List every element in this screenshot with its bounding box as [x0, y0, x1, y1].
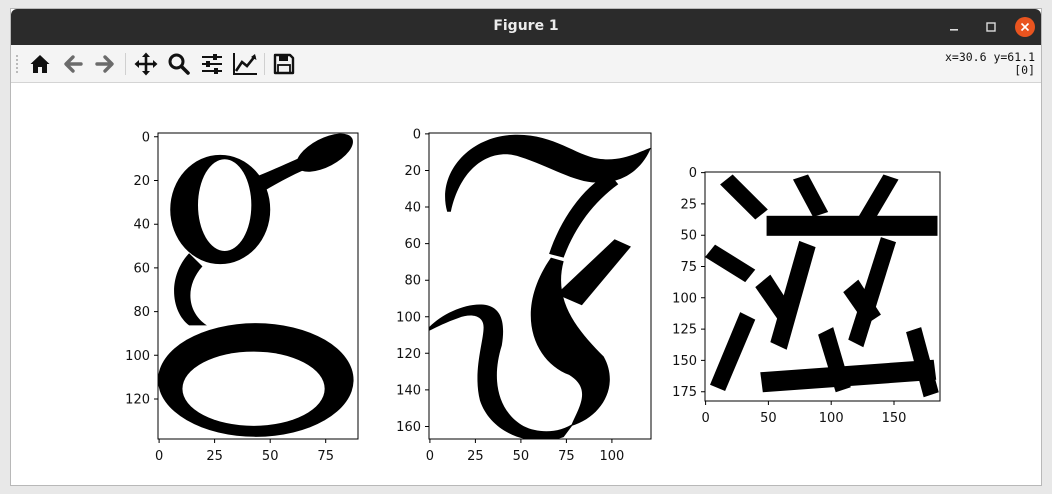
home-button[interactable]: [27, 51, 53, 77]
axes-panel-1[interactable]: 0 20 40 60 80 100 120 0 25 50 75: [125, 126, 359, 464]
home-icon: [30, 55, 50, 73]
xtick-labels-2: 0 25 50 75 100: [426, 449, 625, 464]
ytick-label: 50: [680, 229, 697, 244]
ytick-label: 20: [404, 164, 421, 179]
axes-panel-3[interactable]: 0 25 50 75 100 125 150 175 0 50 100 150: [672, 166, 941, 426]
minimize-icon: [950, 29, 958, 31]
xticks-3: [705, 401, 895, 405]
xtick-label: 0: [155, 449, 163, 464]
pan-move-icon: [134, 52, 158, 76]
xtick-labels-3: 0 50 100 150: [701, 411, 906, 426]
figure-svg: 0 20 40 60 80 100 120 0 25 50 75 0 20 40…: [125, 126, 941, 464]
ytick-label: 25: [680, 197, 697, 212]
ytick-label: 100: [125, 349, 150, 364]
minimize-button[interactable]: [944, 17, 964, 37]
subplots-sliders-icon: [202, 54, 222, 74]
ytick-label: 100: [672, 291, 697, 306]
back-arrow-icon: [64, 55, 83, 73]
ytick-label: 120: [125, 393, 150, 408]
xtick-label: 75: [317, 449, 334, 464]
zoom-magnifier-icon: [168, 53, 190, 75]
yticks-2: [425, 133, 429, 427]
ytick-label: 125: [672, 323, 697, 338]
edit-axes-button[interactable]: [232, 51, 258, 77]
coords-value: [0]: [1014, 63, 1035, 77]
xticks-1: [158, 439, 327, 443]
save-button[interactable]: [271, 51, 297, 77]
ytick-label: 60: [133, 261, 150, 276]
axes-line-chart-icon: [233, 53, 257, 75]
yticks-3: [701, 172, 705, 393]
xtick-label: 25: [467, 449, 484, 464]
cursor-coordinates: x=30.6 y=61.1 [0]: [945, 51, 1035, 77]
ytick-label: 100: [396, 310, 421, 325]
title-bar[interactable]: Figure 1: [11, 9, 1041, 45]
ytick-labels-1: 0 20 40 60 80 100 120: [125, 130, 150, 407]
xtick-label: 25: [206, 449, 223, 464]
subplots-button[interactable]: [199, 51, 225, 77]
ytick-label: 0: [689, 166, 697, 181]
ytick-label: 80: [133, 305, 150, 320]
xtick-label: 0: [426, 449, 434, 464]
ytick-label: 150: [672, 354, 697, 369]
zoom-button[interactable]: [166, 51, 192, 77]
ytick-labels-2: 0 20 40 60 80 100 120 140 160: [396, 127, 421, 435]
toolbar-separator: [264, 53, 265, 75]
close-icon: [1020, 22, 1030, 32]
xtick-labels-1: 0 25 50 75: [155, 449, 334, 464]
yticks-1: [154, 136, 158, 400]
ytick-label: 80: [404, 274, 421, 289]
forward-button[interactable]: [92, 51, 118, 77]
ytick-label: 75: [680, 260, 697, 275]
ytick-label: 40: [133, 218, 150, 233]
ytick-label: 120: [396, 347, 421, 362]
save-floppy-icon: [273, 53, 295, 75]
figure-canvas[interactable]: 0 20 40 60 80 100 120 0 25 50 75 0 20 40…: [11, 83, 1041, 485]
toolbar-grip[interactable]: [15, 54, 19, 74]
back-button[interactable]: [60, 51, 86, 77]
ytick-labels-3: 0 25 50 75 100 125 150 175: [672, 166, 697, 400]
forward-arrow-icon: [95, 55, 114, 73]
navigation-toolbar: x=30.6 y=61.1 [0]: [11, 45, 1041, 83]
ytick-label: 0: [142, 130, 150, 145]
xtick-label: 100: [599, 449, 624, 464]
maximize-button[interactable]: [981, 17, 1001, 37]
close-button[interactable]: [1015, 17, 1035, 37]
xtick-label: 150: [882, 411, 907, 426]
xtick-label: 50: [262, 449, 279, 464]
ytick-label: 175: [672, 385, 697, 400]
ytick-label: 160: [396, 420, 421, 435]
ytick-label: 0: [413, 127, 421, 142]
xtick-label: 100: [819, 411, 844, 426]
axes-panel-2[interactable]: 0 20 40 60 80 100 120 140 160 0 25 50 75…: [396, 127, 652, 464]
ytick-label: 140: [396, 383, 421, 398]
maximize-icon: [986, 22, 996, 32]
window-title: Figure 1: [493, 18, 559, 34]
xticks-2: [429, 439, 613, 443]
xtick-label: 50: [513, 449, 530, 464]
xtick-label: 50: [760, 411, 777, 426]
ytick-label: 20: [133, 174, 150, 189]
pan-button[interactable]: [133, 51, 159, 77]
ytick-label: 60: [404, 237, 421, 252]
xtick-label: 0: [701, 411, 709, 426]
toolbar-separator: [125, 53, 126, 75]
figure-window: Figure 1 x=30.6 y=61.1 [0] 0 20 40 60 80…: [10, 8, 1042, 486]
ytick-label: 40: [404, 201, 421, 216]
xtick-label: 75: [558, 449, 575, 464]
